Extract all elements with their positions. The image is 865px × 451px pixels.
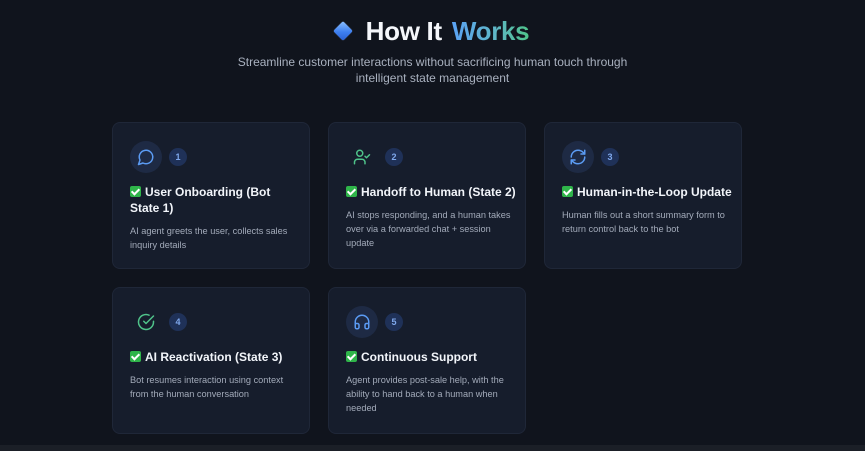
step-title: Human-in-the-Loop Update [562, 184, 732, 200]
step-card-2: 2 Handoff to Human (State 2) AI stops re… [328, 122, 526, 269]
step-description: Bot resumes interaction using context fr… [130, 375, 284, 399]
step-title: User Onboarding (Bot State 1) [130, 184, 300, 216]
step-title: AI Reactivation (State 3) [130, 349, 300, 365]
check-mark-icon [346, 186, 357, 197]
step-description: AI agent greets the user, collects sales… [130, 226, 288, 250]
refresh-icon [562, 141, 594, 173]
check-circle-icon [130, 306, 162, 338]
step-description: AI stops responding, and a human takes o… [346, 210, 511, 248]
section-header: How It Works Streamline customer interac… [0, 14, 865, 86]
section-subtitle: Streamline customer interactions without… [237, 55, 628, 85]
step-title-text: AI Reactivation (State 3) [145, 350, 283, 364]
step-title-text: Continuous Support [361, 350, 477, 364]
step-number-badge: 3 [601, 148, 619, 166]
step-description: Agent provides post-sale help, with the … [346, 375, 504, 413]
step-description: Human fills out a short summary form to … [562, 210, 725, 234]
check-mark-icon [130, 351, 141, 362]
step-card-1: 1 User Onboarding (Bot State 1) AI agent… [112, 122, 310, 269]
step-number-badge: 2 [385, 148, 403, 166]
step-title: Handoff to Human (State 2) [346, 184, 516, 200]
diamond-icon [332, 21, 353, 41]
step-number-badge: 1 [169, 148, 187, 166]
step-title-text: Human-in-the-Loop Update [577, 185, 732, 199]
step-number-badge: 5 [385, 313, 403, 331]
title-part-2: Works [451, 16, 530, 46]
section-title: How It Works [332, 14, 530, 48]
check-mark-icon [562, 186, 573, 197]
title-part-1: How It [365, 16, 442, 46]
step-card-5: 5 Continuous Support Agent provides post… [328, 287, 526, 434]
step-card-4: 4 AI Reactivation (State 3) Bot resumes … [112, 287, 310, 434]
step-title-text: User Onboarding (Bot State 1) [130, 185, 271, 215]
page: How It Works Streamline customer interac… [0, 0, 865, 451]
chat-bubble-icon [130, 141, 162, 173]
user-check-icon [346, 141, 378, 173]
headphones-icon [346, 306, 378, 338]
bottom-strip [0, 445, 865, 451]
step-title-text: Handoff to Human (State 2) [361, 185, 516, 199]
step-card-3: 3 Human-in-the-Loop Update Human fills o… [544, 122, 742, 269]
check-mark-icon [130, 186, 141, 197]
check-mark-icon [346, 351, 357, 362]
step-number-badge: 4 [169, 313, 187, 331]
step-title: Continuous Support [346, 349, 516, 365]
